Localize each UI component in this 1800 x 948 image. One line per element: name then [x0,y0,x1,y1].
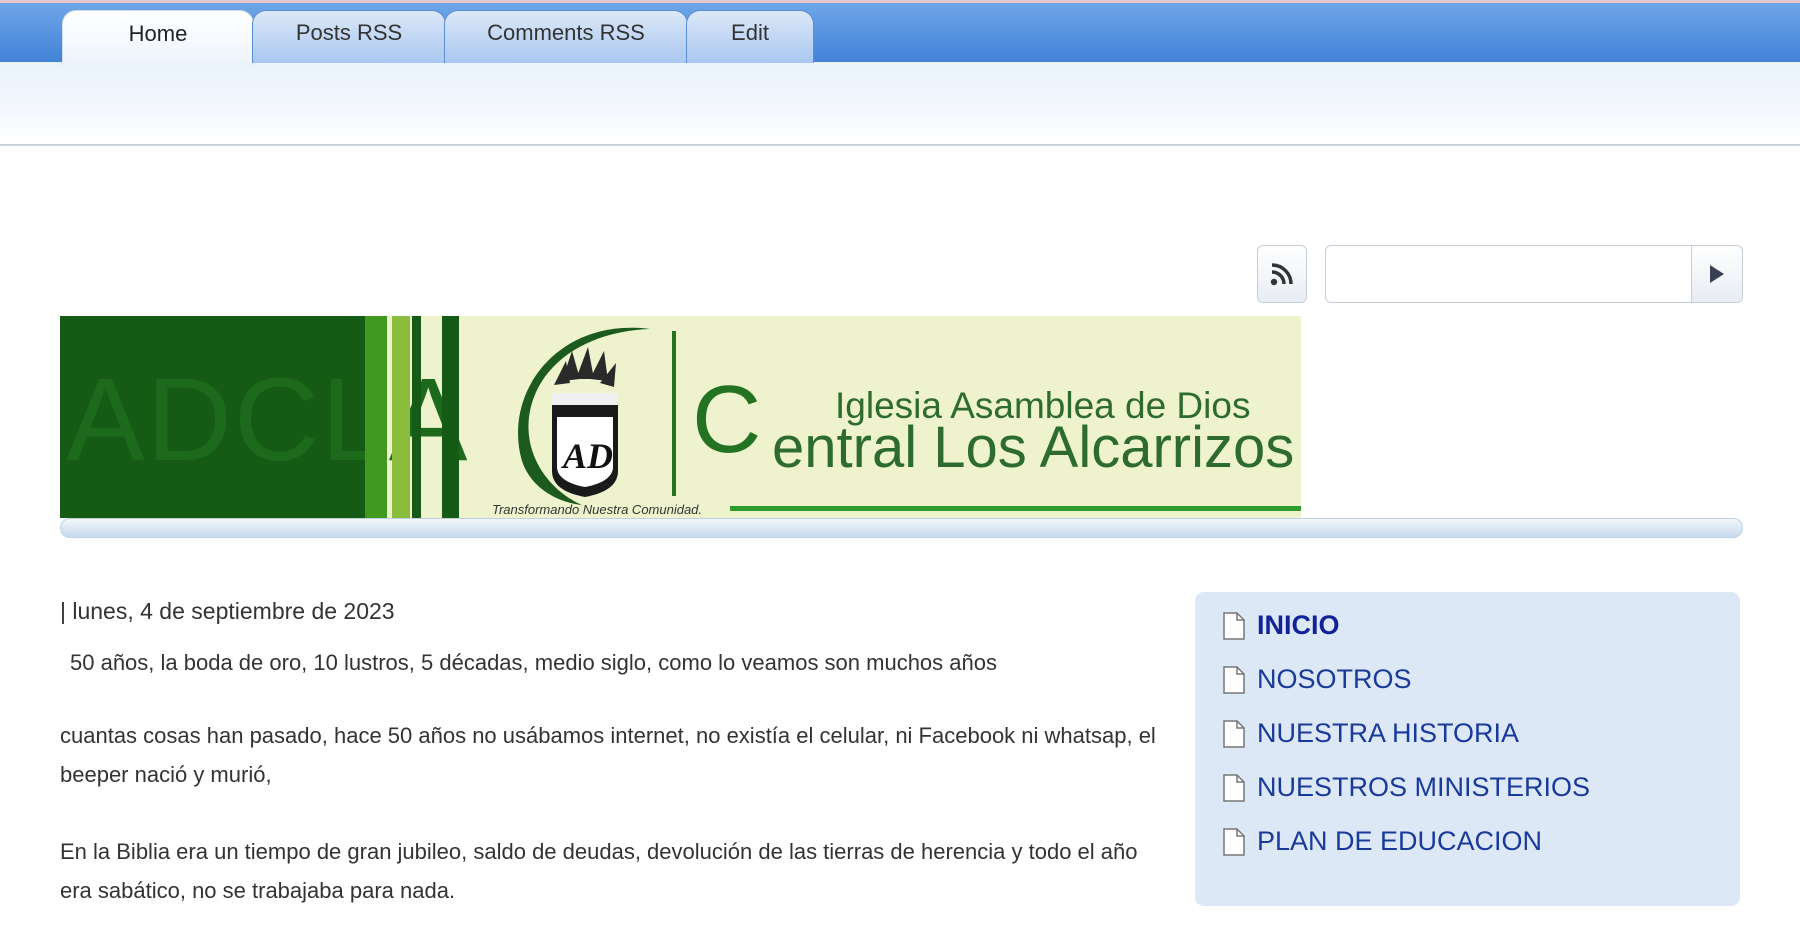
tab-posts-rss-label: Posts RSS [295,20,403,45]
header-banner: ADCLA AD Iglesia Asamblea de Dios C entr… [60,316,1301,518]
sub-navigation-bar [0,62,1800,146]
post-paragraph: cuantas cosas han pasado, hace 50 años n… [60,723,1156,787]
search-submit-button[interactable] [1691,246,1742,302]
post-paragraph: En la Biblia era un tiempo de gran jubil… [60,839,1138,903]
blog-post: | lunes, 4 de septiembre de 2023 50 años… [60,596,1180,948]
sidebar-item-label: NOSOTROS [1257,664,1412,694]
banner-underline [730,506,1301,511]
church-name-line2: entral Los Alcarrizos [772,415,1295,480]
tab-comments-rss[interactable]: Comments RSS [444,10,688,63]
banner-stripe [365,316,387,518]
page-icon [1223,719,1245,748]
banner-tagline: Transformando Nuestra Comunidad. [492,502,703,517]
page-icon [1223,773,1245,802]
rss-icon [1270,263,1293,286]
banner-stripe [392,316,410,518]
banner-stripe [412,316,421,518]
rss-feed-button[interactable] [1257,245,1307,303]
church-logo: AD [518,327,650,505]
search-input[interactable] [1326,246,1691,302]
banner-bottom-bar [60,518,1743,538]
church-name-initial: C [692,366,762,473]
tab-posts-rss[interactable]: Posts RSS [252,10,446,63]
tab-home-label: Home [128,21,188,46]
search-box [1325,245,1743,303]
banner-stripe [442,316,459,518]
sidebar-pages: INICIO NOSOTROS NUESTRA HISTORIA NUESTRO… [1195,592,1740,906]
sidebar-item-label: INICIO [1257,610,1340,640]
play-arrow-icon [1710,265,1724,283]
banner-divider [672,331,676,496]
page-icon [1223,665,1245,694]
sidebar-item-plan-de-educacion[interactable]: PLAN DE EDUCACION [1223,826,1542,857]
sidebar-item-label: NUESTRA HISTORIA [1257,718,1520,748]
post-lead: 50 años, la boda de oro, 10 lustros, 5 d… [70,650,997,675]
tab-edit-label: Edit [731,20,769,45]
sidebar-item-label: NUESTROS MINISTERIOS [1257,772,1591,802]
sidebar-item-nuestra-historia[interactable]: NUESTRA HISTORIA [1223,718,1519,749]
banner-dark-panel: ADCLA [60,316,467,518]
sidebar-item-nosotros[interactable]: NOSOTROS [1223,664,1412,695]
tab-comments-rss-label: Comments RSS [487,20,645,45]
sidebar-item-label: PLAN DE EDUCACION [1257,826,1543,856]
page-icon [1223,827,1245,856]
svg-text:AD: AD [561,436,613,476]
sidebar-item-nuestros-ministerios[interactable]: NUESTROS MINISTERIOS [1223,772,1590,803]
tab-home[interactable]: Home [62,10,254,65]
tab-edit[interactable]: Edit [686,10,814,63]
sidebar-item-inicio[interactable]: INICIO [1223,610,1340,641]
post-date: | lunes, 4 de septiembre de 2023 [60,598,395,624]
page-icon [1223,611,1245,640]
